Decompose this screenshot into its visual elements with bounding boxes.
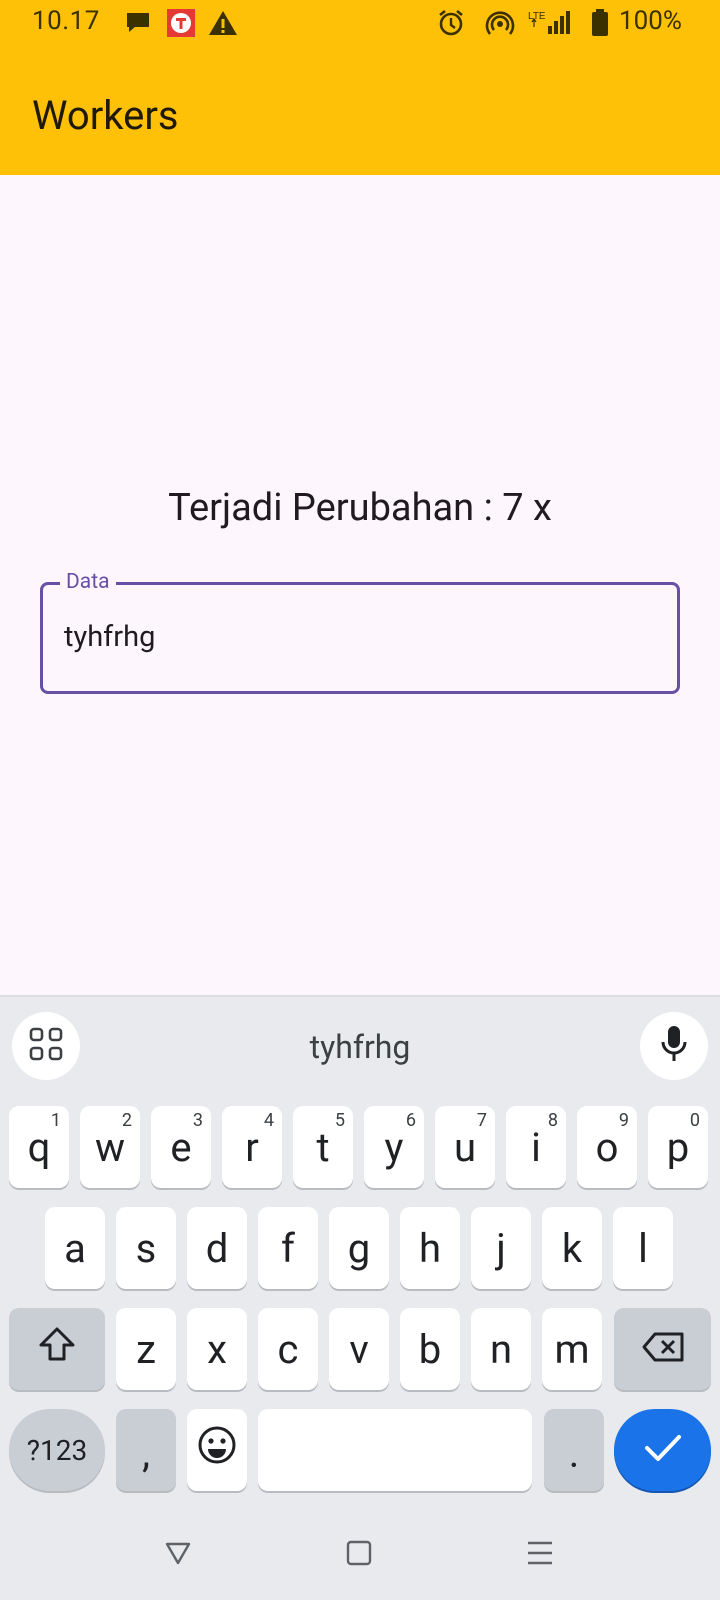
key-l[interactable]: l: [613, 1207, 673, 1289]
key-q-hint: 1: [50, 1110, 61, 1131]
app-bar: 10.17 LTE 100% Workers: [0, 0, 720, 175]
key-y-hint: 6: [405, 1110, 416, 1131]
key-c[interactable]: c: [258, 1308, 318, 1390]
key-u-label: u: [453, 1123, 477, 1171]
key-g[interactable]: g: [329, 1207, 389, 1289]
key-n-label: n: [489, 1325, 513, 1373]
key-f-label: f: [281, 1224, 295, 1272]
backspace-icon: [641, 1326, 685, 1373]
shift-key[interactable]: [9, 1308, 105, 1390]
key-e-label: e: [170, 1123, 192, 1171]
key-o-label: o: [595, 1123, 619, 1171]
key-t[interactable]: t5: [293, 1106, 353, 1188]
home-square-icon: [346, 1540, 372, 1570]
key-q[interactable]: q1: [9, 1106, 69, 1188]
key-o[interactable]: o9: [577, 1106, 637, 1188]
key-d[interactable]: d: [187, 1207, 247, 1289]
key-b-label: b: [418, 1325, 442, 1373]
emoji-key[interactable]: [187, 1409, 247, 1491]
svg-text:LTE: LTE: [528, 11, 546, 22]
key-o-hint: 9: [618, 1110, 629, 1131]
key-z[interactable]: z: [116, 1308, 176, 1390]
key-p-label: p: [666, 1123, 690, 1171]
key-j-label: j: [496, 1224, 506, 1272]
emoji-icon: [197, 1425, 237, 1475]
key-w-label: w: [94, 1123, 126, 1171]
key-y[interactable]: y6: [364, 1106, 424, 1188]
warning-icon: [208, 6, 238, 40]
key-e-hint: 3: [192, 1110, 203, 1131]
key-f[interactable]: f: [258, 1207, 318, 1289]
space-key[interactable]: [258, 1409, 532, 1491]
key-j[interactable]: j: [471, 1207, 531, 1289]
app-notification-icon: [166, 6, 196, 40]
back-triangle-icon: [164, 1540, 192, 1570]
back-nav-button[interactable]: [164, 1540, 192, 1570]
key-p[interactable]: p0: [648, 1106, 708, 1188]
menu-lines-icon: [526, 1540, 554, 1570]
key-s-label: s: [135, 1224, 157, 1272]
checkmark-icon: [643, 1427, 683, 1474]
key-y-label: y: [384, 1123, 404, 1171]
data-field-value[interactable]: tyhfrhg: [64, 620, 155, 654]
key-t-label: t: [316, 1123, 330, 1171]
key-g-label: g: [347, 1224, 371, 1272]
battery-percent: 100%: [619, 6, 682, 36]
comma-key[interactable]: ,: [116, 1409, 176, 1491]
suggestion-word[interactable]: tyhfrhg: [0, 1028, 720, 1066]
voice-input-button[interactable]: [640, 1012, 708, 1080]
key-m-label: m: [554, 1325, 590, 1373]
enter-key[interactable]: [614, 1409, 711, 1491]
key-v-label: v: [349, 1325, 369, 1373]
key-s[interactable]: s: [116, 1207, 176, 1289]
key-h-label: h: [418, 1224, 442, 1272]
key-r-label: r: [245, 1123, 259, 1171]
key-i-hint: 8: [547, 1110, 558, 1131]
key-u[interactable]: u7: [435, 1106, 495, 1188]
recents-nav-button[interactable]: [526, 1540, 554, 1570]
key-a[interactable]: a: [45, 1207, 105, 1289]
shift-arrow-icon: [37, 1325, 77, 1373]
key-k-label: k: [561, 1224, 583, 1272]
key-z-label: z: [136, 1325, 156, 1373]
backspace-key[interactable]: [614, 1308, 711, 1390]
key-u-hint: 7: [476, 1110, 487, 1131]
key-r-hint: 4: [263, 1110, 274, 1131]
key-v[interactable]: v: [329, 1308, 389, 1390]
key-c-label: c: [277, 1325, 299, 1373]
key-i[interactable]: i8: [506, 1106, 566, 1188]
key-x-label: x: [207, 1325, 227, 1373]
lte-signal-icon: LTE: [528, 6, 574, 40]
key-m[interactable]: m: [542, 1308, 602, 1390]
key-i-label: i: [531, 1123, 541, 1171]
key-w[interactable]: w2: [80, 1106, 140, 1188]
key-q-label: q: [27, 1123, 51, 1171]
key-e[interactable]: e3: [151, 1106, 211, 1188]
symbols-key[interactable]: ?123: [9, 1409, 105, 1491]
key-k[interactable]: k: [542, 1207, 602, 1289]
microphone-icon: [659, 1024, 689, 1068]
status-time: 10.17: [32, 6, 100, 36]
home-nav-button[interactable]: [346, 1540, 372, 1570]
key-t-hint: 5: [334, 1110, 345, 1131]
key-w-hint: 2: [121, 1110, 132, 1131]
chat-icon: [124, 6, 152, 40]
period-key[interactable]: .: [544, 1409, 604, 1491]
battery-icon: [590, 6, 610, 40]
change-counter-text: Terjadi Perubahan : 7 x: [168, 486, 552, 530]
key-b[interactable]: b: [400, 1308, 460, 1390]
alarm-icon: [436, 6, 466, 40]
key-r[interactable]: r4: [222, 1106, 282, 1188]
hotspot-icon: [484, 6, 516, 40]
key-p-hint: 0: [689, 1110, 700, 1131]
key-d-label: d: [205, 1224, 229, 1272]
key-x[interactable]: x: [187, 1308, 247, 1390]
key-l-label: l: [638, 1224, 648, 1272]
page-title: Workers: [32, 92, 179, 139]
data-field-label: Data: [60, 570, 116, 594]
key-h[interactable]: h: [400, 1207, 460, 1289]
key-n[interactable]: n: [471, 1308, 531, 1390]
key-a-label: a: [64, 1224, 86, 1272]
